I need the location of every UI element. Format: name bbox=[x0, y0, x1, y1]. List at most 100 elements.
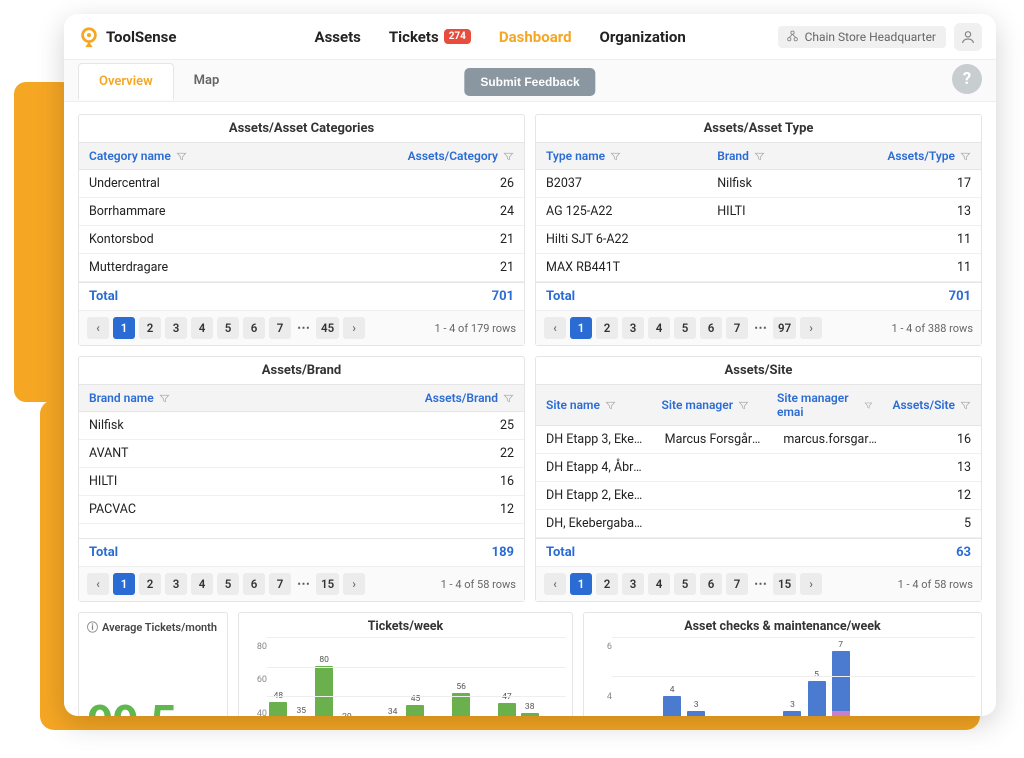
col-assets-type[interactable]: Assets/Type bbox=[851, 143, 981, 169]
cell-count: 12 bbox=[302, 496, 525, 523]
page-button[interactable]: 7 bbox=[726, 317, 748, 339]
col-site-email[interactable]: Site manager emai bbox=[767, 385, 883, 425]
table-row[interactable]: HILTI16 bbox=[79, 468, 524, 496]
cell-site: DH, Ekebergabacke… bbox=[536, 510, 655, 537]
page-button[interactable]: › bbox=[343, 573, 365, 595]
page-button[interactable]: 5 bbox=[674, 573, 696, 595]
page-button[interactable]: 7 bbox=[269, 573, 291, 595]
page-button[interactable]: 1 bbox=[570, 317, 592, 339]
page-button[interactable]: 3 bbox=[165, 573, 187, 595]
page-button[interactable]: 45 bbox=[316, 317, 339, 339]
page-button[interactable]: 1 bbox=[570, 573, 592, 595]
page-button[interactable]: 6 bbox=[243, 573, 265, 595]
user-icon bbox=[960, 29, 976, 45]
help-button[interactable]: ? bbox=[952, 64, 982, 94]
table-row[interactable]: DH, Ekebergabacke… 5 bbox=[536, 510, 981, 538]
table-row[interactable]: Borrhammare24 bbox=[79, 198, 524, 226]
page-button[interactable]: 7 bbox=[269, 317, 291, 339]
page-button[interactable]: 2 bbox=[596, 573, 618, 595]
page-button[interactable]: 3 bbox=[622, 573, 644, 595]
cell-count: 5 bbox=[892, 510, 981, 537]
page-button[interactable]: ‹ bbox=[544, 317, 566, 339]
page-button[interactable]: 97 bbox=[773, 317, 796, 339]
page-button[interactable]: 6 bbox=[700, 573, 722, 595]
cell-mgr bbox=[655, 482, 774, 509]
chart-title: Tickets/week bbox=[245, 617, 566, 638]
tab-overview[interactable]: Overview bbox=[78, 63, 174, 100]
table-row[interactable]: PACVAC12 bbox=[79, 496, 524, 524]
tab-map[interactable]: Map bbox=[174, 63, 240, 99]
table-row[interactable]: AG 125-A22HILTI13 bbox=[536, 198, 981, 226]
page-button[interactable]: 4 bbox=[648, 317, 670, 339]
kpi-avg-tickets: ⓘAverage Tickets/month 99.5 bbox=[78, 612, 228, 716]
page-button[interactable]: 5 bbox=[674, 317, 696, 339]
page-button[interactable]: 6 bbox=[700, 317, 722, 339]
table-row[interactable]: B2037Nilfisk17 bbox=[536, 170, 981, 198]
col-brand[interactable]: Brand bbox=[707, 143, 851, 169]
col-assets-brand[interactable]: Assets/Brand bbox=[302, 385, 525, 411]
col-type-name[interactable]: Type name bbox=[536, 143, 707, 169]
cell-count: 13 bbox=[892, 454, 981, 481]
nav-organization[interactable]: Organization bbox=[600, 28, 686, 46]
col-assets-site[interactable]: Assets/Site bbox=[883, 385, 982, 425]
table-row[interactable]: DH Etapp 2, Ekeber…12 bbox=[536, 482, 981, 510]
page-ellipsis: ⋯ bbox=[752, 577, 769, 592]
col-category-name[interactable]: Category name bbox=[79, 143, 302, 169]
page-button[interactable]: ‹ bbox=[87, 317, 109, 339]
page-button[interactable]: 6 bbox=[243, 317, 265, 339]
panel-asset-types: Assets/Asset Type Type name Brand Assets… bbox=[535, 114, 982, 346]
chart-tickets-week: Tickets/week 806040204835802919344521562… bbox=[238, 612, 573, 716]
cell-count: 16 bbox=[892, 426, 981, 453]
page-button[interactable]: 4 bbox=[648, 573, 670, 595]
page-button[interactable]: 15 bbox=[773, 573, 796, 595]
table-row[interactable]: Kontorsbod21 bbox=[79, 226, 524, 254]
table-row[interactable]: Mutterdragare21 bbox=[79, 254, 524, 282]
page-button[interactable]: ‹ bbox=[87, 573, 109, 595]
org-selector[interactable]: Chain Store Headquarter bbox=[778, 26, 946, 48]
total-value: 701 bbox=[492, 289, 514, 304]
cell-count: 13 bbox=[851, 198, 981, 225]
table-row[interactable]: AVANT22 bbox=[79, 440, 524, 468]
panel-title: Assets/Asset Type bbox=[536, 115, 981, 142]
nav-tickets[interactable]: Tickets274 bbox=[389, 28, 471, 46]
page-button[interactable]: 1 bbox=[113, 573, 135, 595]
nav-dashboard[interactable]: Dashboard bbox=[499, 28, 572, 46]
page-button[interactable]: 7 bbox=[726, 573, 748, 595]
page-button[interactable]: › bbox=[800, 317, 822, 339]
cell-name: Mutterdragare bbox=[79, 254, 302, 281]
nav-assets[interactable]: Assets bbox=[314, 28, 360, 46]
col-assets-category[interactable]: Assets/Category bbox=[302, 143, 525, 169]
table-row[interactable]: MAX RB441T11 bbox=[536, 254, 981, 282]
page-button[interactable]: 15 bbox=[316, 573, 339, 595]
table-row[interactable]: Hilti SJT 6-A2211 bbox=[536, 226, 981, 254]
page-button[interactable]: 4 bbox=[191, 317, 213, 339]
logo[interactable]: ToolSense bbox=[78, 26, 176, 48]
chart-bar: 3 bbox=[686, 700, 706, 716]
submit-feedback-button[interactable]: Submit Feedback bbox=[464, 68, 595, 96]
page-button[interactable]: 2 bbox=[139, 317, 161, 339]
table-row[interactable]: DH Etapp 4, Åbrovä… 13 bbox=[536, 454, 981, 482]
page-button[interactable]: 2 bbox=[139, 573, 161, 595]
chart-maintenance-week: Asset checks & maintenance/week 64243357… bbox=[583, 612, 982, 716]
table-row[interactable]: Nilfisk25 bbox=[79, 412, 524, 440]
page-button[interactable]: 3 bbox=[622, 317, 644, 339]
page-button[interactable]: 1 bbox=[113, 317, 135, 339]
page-button[interactable]: › bbox=[800, 573, 822, 595]
page-button[interactable]: ‹ bbox=[544, 573, 566, 595]
col-site-name[interactable]: Site name bbox=[536, 385, 652, 425]
page-button[interactable]: 2 bbox=[596, 317, 618, 339]
col-site-manager[interactable]: Site manager bbox=[652, 385, 768, 425]
chart-title: Asset checks & maintenance/week bbox=[590, 617, 975, 638]
page-button[interactable]: 5 bbox=[217, 573, 239, 595]
page-button[interactable]: 5 bbox=[217, 317, 239, 339]
table-row[interactable]: DH Etapp 3, Ekeber…Marcus Forsgårdhmarcu… bbox=[536, 426, 981, 454]
chart-bar: 3 bbox=[782, 700, 802, 716]
cell-site: DH Etapp 4, Åbrovä… bbox=[536, 454, 655, 481]
page-button[interactable]: 3 bbox=[165, 317, 187, 339]
page-button[interactable]: › bbox=[343, 317, 365, 339]
user-menu[interactable] bbox=[954, 23, 982, 51]
page-button[interactable]: 4 bbox=[191, 573, 213, 595]
dashboard-content: Assets/Asset Categories Category name As… bbox=[64, 102, 996, 716]
table-row[interactable]: Undercentral26 bbox=[79, 170, 524, 198]
col-brand-name[interactable]: Brand name bbox=[79, 385, 302, 411]
